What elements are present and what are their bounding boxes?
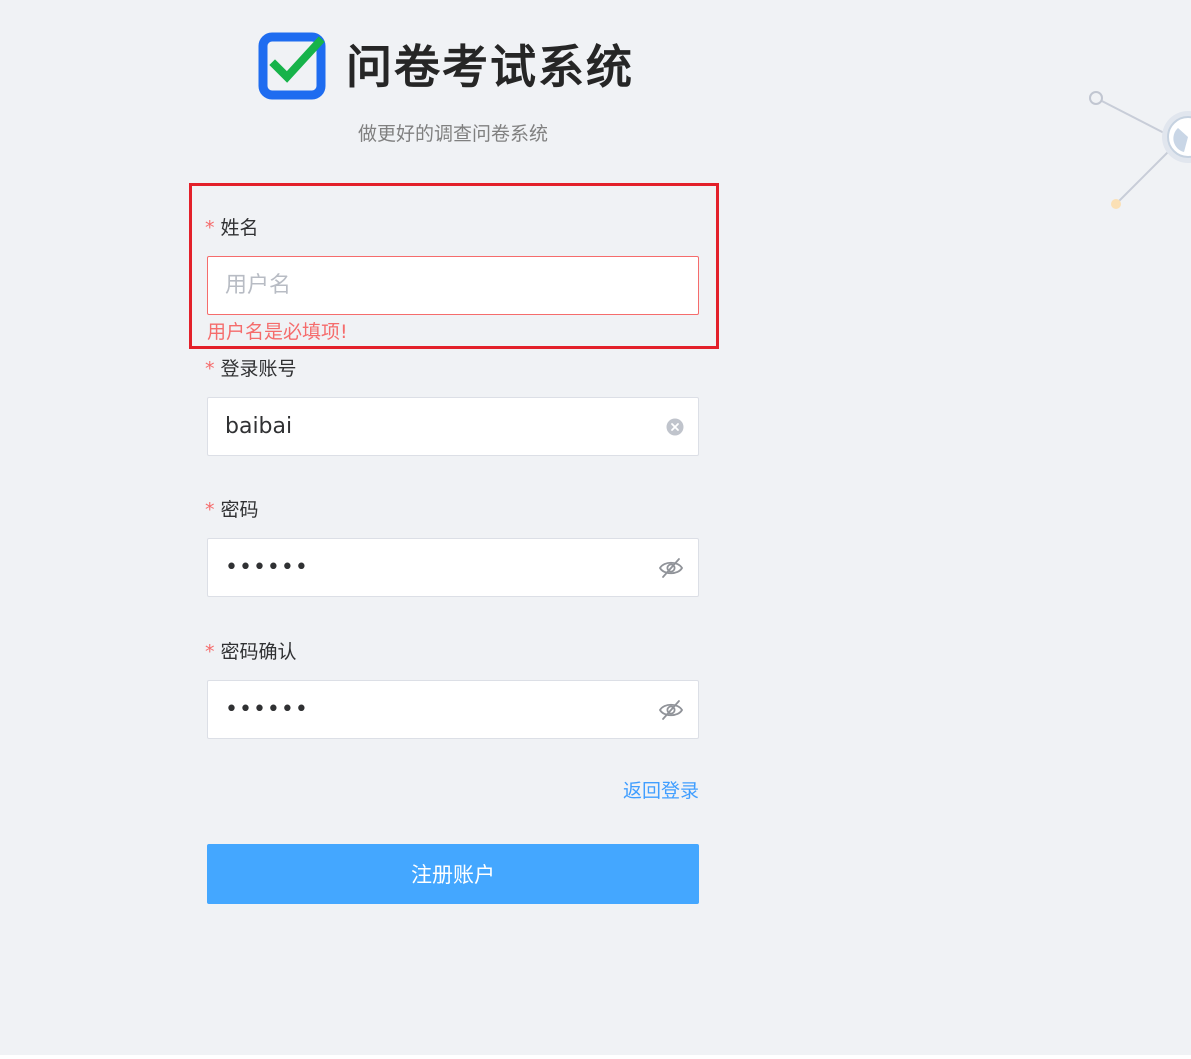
name-label-text: 姓名	[220, 217, 259, 239]
confirm-password-input[interactable]	[208, 681, 698, 738]
app-subtitle: 做更好的调查问卷系统	[357, 123, 548, 145]
bottom-strip	[0, 1055, 1191, 1059]
eye-slash-icon[interactable]	[658, 557, 684, 579]
name-input-wrapper	[207, 256, 699, 315]
name-input[interactable]	[208, 257, 698, 314]
confirm-password-label-text: 密码确认	[220, 641, 297, 663]
password-input-wrapper	[207, 538, 699, 597]
password-field-label: * 密码	[205, 497, 259, 523]
logo-checkbox-icon	[258, 32, 326, 100]
decorative-network-graphic	[1089, 91, 1191, 209]
confirm-password-input-wrapper	[207, 680, 699, 739]
clear-circle-icon[interactable]	[666, 418, 684, 436]
name-field-label: * 姓名	[205, 215, 259, 241]
password-input[interactable]	[208, 539, 698, 596]
required-asterisk: *	[205, 217, 215, 239]
account-input-wrapper	[207, 397, 699, 456]
confirm-password-field-label: * 密码确认	[205, 639, 297, 665]
required-asterisk: *	[205, 358, 215, 380]
eye-slash-icon[interactable]	[658, 699, 684, 721]
back-to-login-link[interactable]: 返回登录	[623, 778, 699, 804]
account-label-text: 登录账号	[220, 358, 297, 380]
required-asterisk: *	[205, 641, 215, 663]
required-asterisk: *	[205, 499, 215, 521]
app-title: 问卷考试系统	[346, 40, 634, 94]
register-button[interactable]: 注册账户	[207, 844, 699, 904]
account-field-label: * 登录账号	[205, 356, 297, 382]
password-label-text: 密码	[220, 499, 259, 521]
name-error-message: 用户名是必填项!	[207, 321, 348, 343]
account-input[interactable]	[208, 398, 698, 455]
